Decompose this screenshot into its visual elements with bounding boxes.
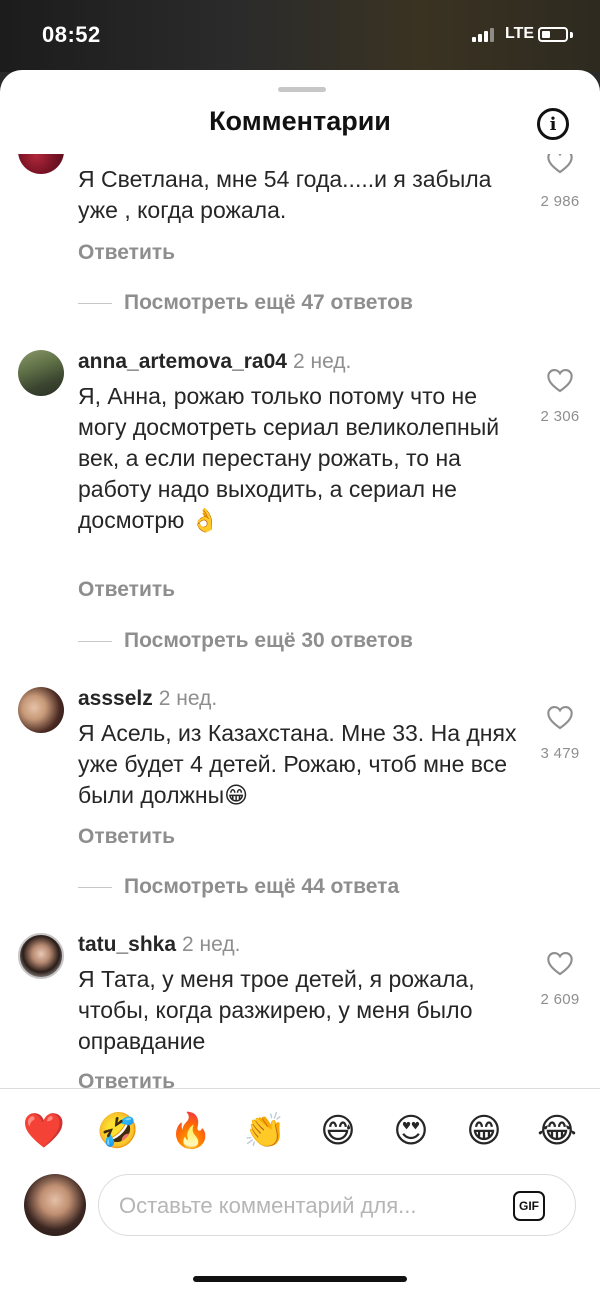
battery-icon bbox=[538, 27, 568, 42]
comment-input-placeholder: Оставьте комментарий для... bbox=[119, 1193, 417, 1218]
comment-text: Я Асель, из Казахстана. Мне 33. На днях … bbox=[78, 720, 517, 808]
reply-button[interactable]: Ответить bbox=[78, 578, 175, 602]
divider-line bbox=[78, 640, 112, 642]
heart-eyes-emoji[interactable]: 😍 bbox=[389, 1109, 433, 1153]
comment-header: anna_artemova_ra04 2 нед. bbox=[78, 350, 351, 374]
comment-time: 2 нед. bbox=[182, 933, 241, 956]
view-more-replies[interactable]: Посмотреть ещё 30 ответов bbox=[78, 629, 413, 653]
heart-icon[interactable] bbox=[546, 704, 574, 730]
view-more-label: Посмотреть ещё 30 ответов bbox=[124, 629, 413, 652]
like-count: 2 306 bbox=[540, 408, 580, 425]
comment-text: Я Светлана, мне 54 года.....и я забыла у… bbox=[78, 166, 492, 223]
gif-button[interactable]: GIF bbox=[513, 1191, 545, 1221]
emoji-reaction-bar: ❤️ 🤣 🔥 👏 😅 😍 😁 😂 bbox=[0, 1088, 600, 1158]
grin-emoji[interactable]: 😁 bbox=[462, 1109, 506, 1153]
home-indicator[interactable] bbox=[193, 1276, 407, 1282]
username-link[interactable]: tatu_shka bbox=[78, 933, 176, 956]
heart-icon[interactable] bbox=[546, 367, 574, 393]
sweat-smile-emoji[interactable]: 😅 bbox=[316, 1109, 360, 1153]
sheet-grabber[interactable] bbox=[278, 87, 326, 92]
username-link[interactable]: anna_artemova_ra04 bbox=[78, 350, 287, 373]
status-bar: 08:52 LTE bbox=[0, 0, 600, 72]
divider-line bbox=[78, 886, 112, 888]
divider-line bbox=[78, 302, 112, 304]
signal-icon bbox=[472, 28, 494, 42]
comment-text: Я Тата, у меня трое детей, я рожала, что… bbox=[78, 966, 475, 1054]
comment-time: 2 нед. bbox=[292, 350, 352, 373]
clapping-emoji[interactable]: 👏 bbox=[243, 1109, 287, 1153]
comment-header: tatu_shka 2 нед. bbox=[78, 933, 240, 957]
comments-list[interactable]: Я Светлана, мне 54 года.....и я забыла у… bbox=[0, 154, 600, 1089]
joy-emoji[interactable]: 😂 bbox=[535, 1109, 579, 1153]
like-count: 2 609 bbox=[540, 991, 580, 1008]
comment-input[interactable]: Оставьте комментарий для... GIF bbox=[98, 1174, 576, 1236]
comment-text: Я, Анна, рожаю только потому что не могу… bbox=[78, 383, 500, 533]
current-user-avatar bbox=[24, 1174, 86, 1236]
avatar[interactable] bbox=[18, 933, 64, 979]
avatar[interactable] bbox=[18, 154, 64, 174]
fire-emoji[interactable]: 🔥 bbox=[169, 1109, 213, 1153]
like-count: 2 986 bbox=[540, 193, 580, 210]
info-icon[interactable]: i bbox=[537, 108, 569, 140]
network-type: LTE bbox=[505, 25, 535, 42]
avatar[interactable] bbox=[18, 687, 64, 733]
heart-icon[interactable] bbox=[546, 950, 574, 976]
view-more-replies[interactable]: Посмотреть ещё 44 ответа bbox=[78, 875, 399, 899]
reply-button[interactable]: Ответить bbox=[78, 241, 175, 265]
heart-icon[interactable] bbox=[546, 154, 574, 174]
comments-sheet: Комментарии i Я Светлана, мне 54 года...… bbox=[0, 70, 600, 1297]
reply-button[interactable]: Ответить bbox=[78, 825, 175, 849]
view-more-label: Посмотреть ещё 44 ответа bbox=[124, 875, 400, 898]
username-link[interactable]: assselz bbox=[78, 687, 153, 710]
heart-emoji[interactable]: ❤️ bbox=[22, 1109, 66, 1153]
reply-button[interactable]: Ответить bbox=[78, 1070, 175, 1089]
view-more-label: Посмотреть ещё 47 ответов bbox=[124, 291, 413, 314]
avatar[interactable] bbox=[18, 350, 64, 396]
rolling-laugh-emoji[interactable]: 🤣 bbox=[96, 1109, 140, 1153]
status-time: 08:52 bbox=[42, 22, 101, 47]
like-count: 3 479 bbox=[540, 745, 580, 762]
comment-time: 2 нед. bbox=[158, 687, 218, 710]
page-title: Комментарии bbox=[209, 106, 391, 136]
view-more-replies[interactable]: Посмотреть ещё 47 ответов bbox=[78, 291, 413, 315]
comment-header: assselz 2 нед. bbox=[78, 687, 217, 711]
battery-tip bbox=[570, 32, 573, 38]
